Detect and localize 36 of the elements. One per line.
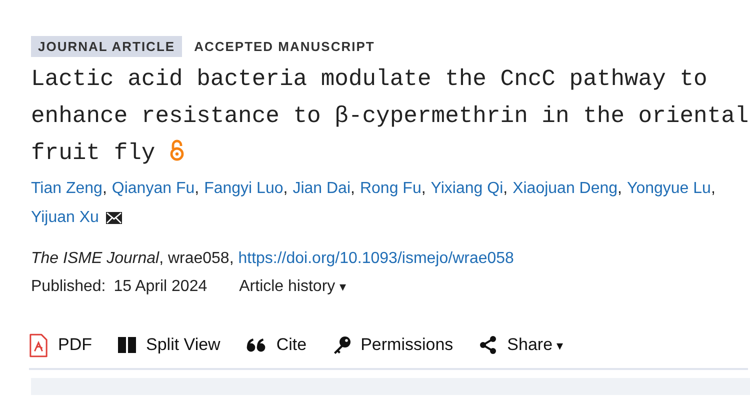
article-history-button[interactable]: Article history ▾ <box>239 274 347 300</box>
separator: , <box>350 179 355 199</box>
permissions-button[interactable]: Permissions <box>332 335 454 355</box>
quote-icon <box>246 338 266 352</box>
share-icon <box>479 336 498 354</box>
envelope-icon[interactable] <box>106 212 122 224</box>
pdf-button[interactable]: PDF <box>29 332 92 358</box>
status-label: ACCEPTED MANUSCRIPT <box>194 38 376 56</box>
separator: , <box>618 179 622 199</box>
separator: , <box>421 179 426 199</box>
published-date: 15 April 2024 <box>114 277 208 297</box>
pdf-icon <box>29 332 48 358</box>
separator: , <box>283 179 288 199</box>
author-link[interactable]: Yixiang Qi <box>430 174 504 203</box>
author-link[interactable]: Rong Fu <box>360 174 422 203</box>
separator: , <box>194 179 200 199</box>
key-icon <box>332 336 351 354</box>
share-button[interactable]: Share ▾ <box>479 335 564 355</box>
split-view-button[interactable]: Split View <box>118 335 220 355</box>
author-link[interactable]: Xiaojuan Deng <box>512 174 618 203</box>
split-view-icon <box>118 337 136 353</box>
article-type-badge: JOURNAL ARTICLE <box>31 36 182 57</box>
separator: , <box>710 179 716 199</box>
cite-button[interactable]: Cite <box>246 335 307 355</box>
separator: , <box>102 179 107 199</box>
author-link[interactable]: Yijuan Xu <box>31 203 99 232</box>
author-link[interactable]: Jian Dai <box>292 174 351 203</box>
author-link[interactable]: Tian Zeng <box>31 174 102 203</box>
separator: , <box>503 179 508 199</box>
article-title: Lactic acid bacteria modulate the CncC pathway to enhance resistance to β-cypermethrin in the oriental fruit fly <box>31 65 750 168</box>
author-link[interactable]: Fangyi Luo <box>204 174 284 203</box>
citation-text: The ISME Journal, wrae058, https://doi.org/10.1093/ismejo/wrae058 <box>31 249 515 269</box>
published-label: Published: <box>31 277 106 297</box>
doi-link[interactable]: https://doi.org/10.1093/ismejo/wrae058 <box>238 250 514 267</box>
author-link[interactable]: Qianyan Fu <box>112 174 195 203</box>
author-link[interactable]: Yongyue Lu <box>627 174 711 203</box>
